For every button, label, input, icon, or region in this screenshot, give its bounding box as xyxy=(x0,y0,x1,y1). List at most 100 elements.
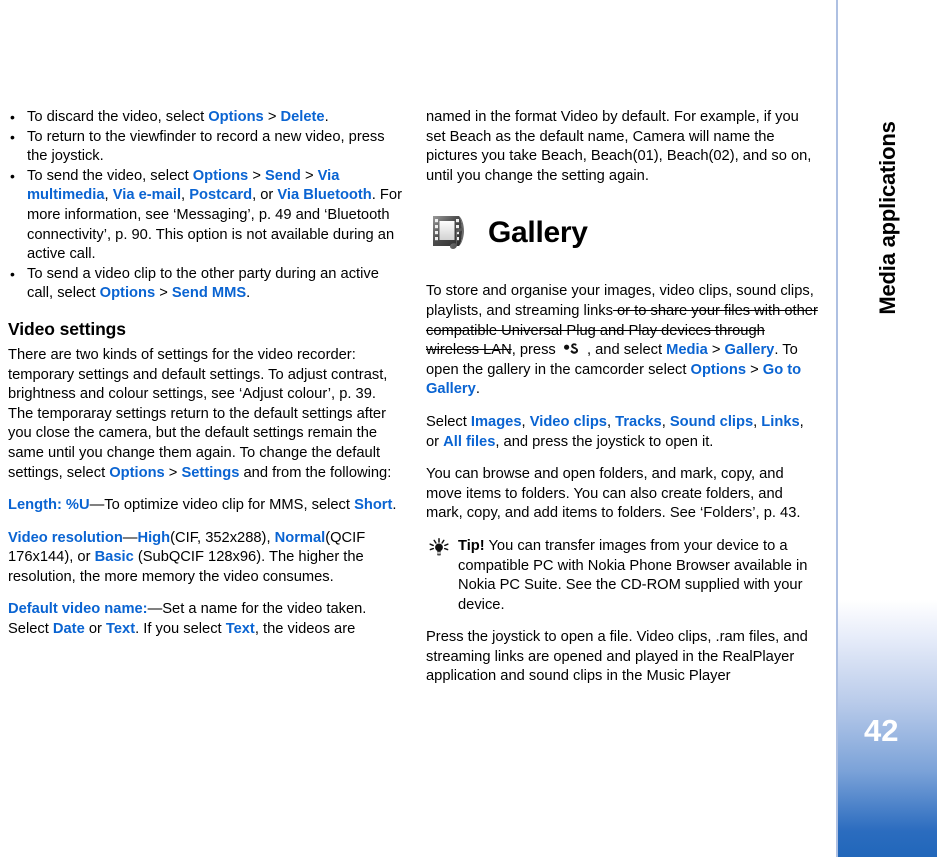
body-text: . xyxy=(392,497,397,514)
body-text: — xyxy=(122,529,138,546)
bullet-text: To send the video, select Options > Send… xyxy=(27,168,402,262)
body-text: > xyxy=(746,361,763,378)
filmstrip-music-icon xyxy=(426,208,474,256)
menu-key-icon xyxy=(563,342,580,357)
body-text: —To optimize video clip for MMS, select xyxy=(89,497,355,514)
inline-ui-term: Postcard xyxy=(189,187,253,204)
bullet-marker-icon: • xyxy=(10,128,15,145)
gallery-browse-paragraph: You can browse and open folders, and mar… xyxy=(426,465,820,524)
body-text: , the videos are xyxy=(254,621,356,638)
body-text: , press xyxy=(511,342,560,359)
inline-ui-term: Images xyxy=(470,413,522,430)
body-text: There are two kinds of settings for the … xyxy=(8,346,388,481)
tip-text: Tip! You can transfer images from your d… xyxy=(458,538,807,613)
body-text: Select xyxy=(426,413,471,430)
body-text: or xyxy=(84,621,106,638)
bullet-marker-icon: • xyxy=(10,109,15,125)
body-text: > xyxy=(164,464,182,481)
lightbulb-icon xyxy=(426,537,452,557)
body-text: , and press the joystick to open it. xyxy=(495,433,714,450)
body-text: . xyxy=(475,381,480,398)
bullet-item-return-viewfinder: • To return to the viewfinder to record a… xyxy=(8,128,402,167)
inline-ui-term: Links xyxy=(761,413,800,430)
bullet-list: • To discard the video, select Options > … xyxy=(8,108,402,304)
body-text: > xyxy=(155,285,172,302)
inline-ui-term: Media xyxy=(666,342,708,359)
tip-body-text: You can transfer images from your device… xyxy=(458,537,808,613)
inline-ui-term: Short xyxy=(354,497,393,514)
body-text: . xyxy=(324,109,329,125)
right-column: named in the format Video by default. Fo… xyxy=(426,108,820,700)
inline-ui-term: Text xyxy=(105,621,136,638)
body-text: , and select xyxy=(582,342,667,359)
body-text: . If you select xyxy=(135,621,226,638)
gallery-title: Gallery xyxy=(488,215,588,249)
inline-ui-term: Options xyxy=(99,285,156,302)
inline-ui-term: High xyxy=(137,529,171,546)
inline-ui-term: Options xyxy=(690,361,747,378)
bullet-marker-icon: • xyxy=(10,265,15,282)
inline-ui-term: Options xyxy=(109,464,165,481)
inline-ui-term: Send xyxy=(264,167,301,184)
inline-ui-term: Sound clips xyxy=(669,413,754,430)
body-text: named in the format Video by default. Fo… xyxy=(426,109,812,184)
inline-ui-term: Video resolution xyxy=(8,529,123,546)
page-number: 42 xyxy=(864,713,899,748)
body-text: > xyxy=(248,167,265,184)
inline-ui-term: Length: %U xyxy=(8,497,90,514)
inline-ui-term: Default video name: xyxy=(8,601,148,618)
bullet-text: To send a video clip to the other party … xyxy=(27,266,379,302)
gallery-closing-paragraph: Press the joystick to open a file. Video… xyxy=(426,628,820,687)
inline-ui-term: Tracks xyxy=(615,413,662,430)
bullet-item-send-video-clip-active-call: • To send a video clip to the other party… xyxy=(8,265,402,304)
inline-ui-term: Via Bluetooth xyxy=(277,187,372,204)
body-text: , xyxy=(661,413,670,430)
inline-ui-term: Normal xyxy=(274,529,326,546)
body-text: To send the video, select xyxy=(27,167,193,184)
body-text: , xyxy=(521,413,530,430)
bullet-item-discard-video: • To discard the video, select Options > … xyxy=(8,108,402,128)
inline-ui-term: Options xyxy=(192,167,249,184)
inline-ui-term: Date xyxy=(52,621,85,638)
video-settings-list: Length: %U—To optimize video clip for MM… xyxy=(8,496,402,640)
left-column: • To discard the video, select Options > … xyxy=(8,108,402,653)
body-text: , xyxy=(181,187,190,204)
body-text: You can browse and open folders, and mar… xyxy=(426,466,801,522)
document-page: • To discard the video, select Options > … xyxy=(0,0,937,857)
body-text: , xyxy=(104,187,113,204)
inline-ui-term: Send MMS xyxy=(171,285,247,302)
bullet-text: To return to the viewfinder to record a … xyxy=(27,129,385,165)
inline-ui-term: Options xyxy=(208,109,264,125)
continuation-paragraph: named in the format Video by default. Fo… xyxy=(426,108,820,186)
inline-ui-term: Via e-mail xyxy=(112,187,182,204)
inline-ui-term: Settings xyxy=(181,464,240,481)
default-video-name-setting: Default video name:—Set a name for the v… xyxy=(8,600,402,639)
tip-label: Tip! xyxy=(458,537,485,554)
section-heading-video-settings: Video settings xyxy=(8,318,126,339)
body-text: Press the joystick to open a file. Video… xyxy=(426,629,808,685)
chapter-sidebar: Media applications 42 xyxy=(836,0,937,857)
tip-block: Tip! You can transfer images from your d… xyxy=(426,537,820,615)
gallery-intro-paragraph: To store and organise your images, video… xyxy=(426,282,820,400)
bullet-marker-icon: • xyxy=(10,167,15,184)
body-text: > xyxy=(707,342,725,359)
inline-ui-term: Delete xyxy=(280,109,325,125)
bullet-text: To discard the video, select Options > D… xyxy=(27,109,329,125)
inline-ui-term: Text xyxy=(225,621,255,638)
gallery-select-paragraph: Select Images, Video clips, Tracks, Soun… xyxy=(426,413,820,452)
body-text: , or xyxy=(252,187,278,204)
length-setting: Length: %U—To optimize video clip for MM… xyxy=(8,496,402,516)
body-text: . xyxy=(246,285,251,302)
inline-ui-term: All files xyxy=(443,433,496,450)
video-settings-intro-paragraph: There are two kinds of settings for the … xyxy=(8,346,402,483)
body-text: > xyxy=(300,167,318,184)
body-text: and from the following: xyxy=(239,464,392,481)
body-text: To discard the video, select xyxy=(27,109,209,125)
chapter-label: Media applications xyxy=(874,121,900,315)
body-text: , xyxy=(606,413,616,430)
body-text: To return to the viewfinder to record a … xyxy=(27,128,385,165)
inline-ui-term: Basic xyxy=(94,549,134,566)
body-text: > xyxy=(263,109,281,125)
body-text: (CIF, 352x288), xyxy=(170,529,275,546)
bullet-item-send-video: • To send the video, select Options > Sen… xyxy=(8,167,402,265)
